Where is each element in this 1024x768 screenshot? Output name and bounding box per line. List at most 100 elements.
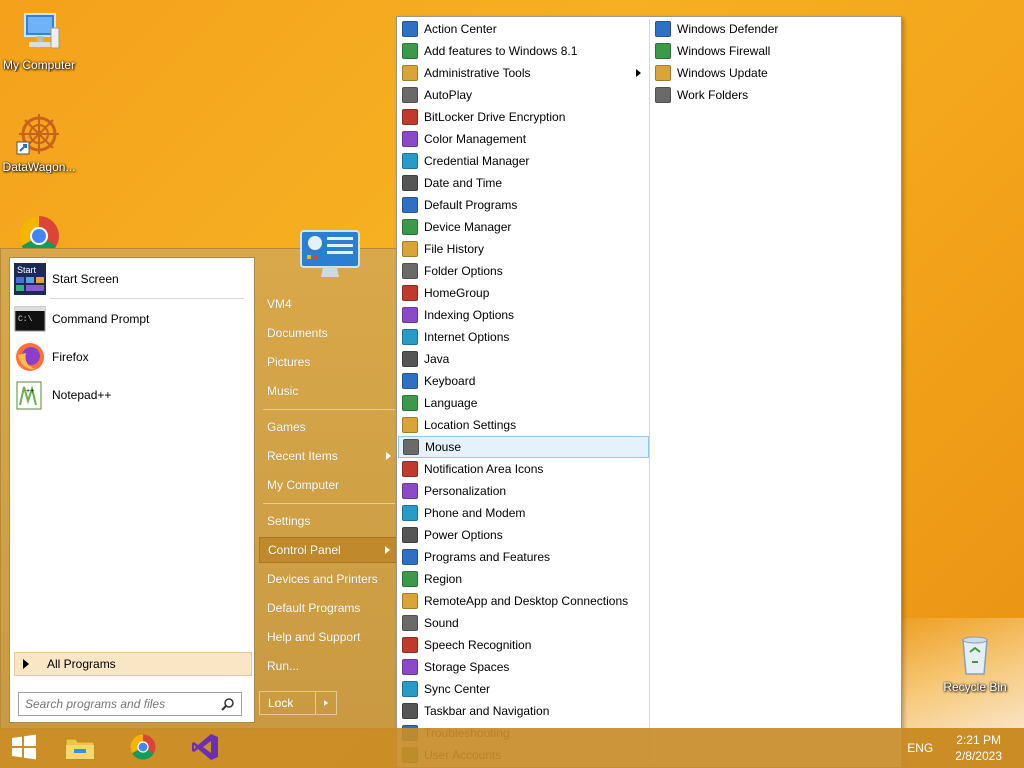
cp-item-speech-recognition[interactable]: Speech Recognition bbox=[398, 634, 649, 656]
cp-item-location-settings[interactable]: Location Settings bbox=[398, 414, 649, 436]
cp-item-label: Region bbox=[424, 572, 463, 586]
cp-item-label: Credential Manager bbox=[424, 154, 530, 168]
desktop-icon-my-computer[interactable]: My Computer bbox=[0, 8, 78, 72]
cp-item-mouse[interactable]: Mouse bbox=[398, 436, 649, 458]
cp-item-windows-firewall[interactable]: Windows Firewall bbox=[651, 40, 901, 62]
storage-spaces-icon bbox=[402, 659, 418, 675]
start-item-control-panel[interactable]: Control Panel bbox=[259, 537, 397, 563]
taskbar-visual-studio[interactable] bbox=[183, 730, 227, 766]
control-panel-column-2: Windows Defender Windows Firewall Windows … bbox=[651, 18, 901, 106]
desktop-icon-label: Recycle Bin bbox=[943, 680, 1007, 694]
search-input[interactable] bbox=[25, 697, 205, 711]
cp-item-indexing-options[interactable]: Indexing Options bbox=[398, 304, 649, 326]
cp-item-folder-options[interactable]: Folder Options bbox=[398, 260, 649, 282]
cp-item-default-programs[interactable]: Default Programs bbox=[398, 194, 649, 216]
start-item-music[interactable]: Music bbox=[259, 378, 397, 404]
cp-item-add-features-to-windows-8-1[interactable]: Add features to Windows 8.1 bbox=[398, 40, 649, 62]
cp-item-keyboard[interactable]: Keyboard bbox=[398, 370, 649, 392]
cp-item-label: Power Options bbox=[424, 528, 503, 542]
cp-item-label: Storage Spaces bbox=[424, 660, 510, 674]
start-item-help-and-support[interactable]: Help and Support bbox=[259, 624, 397, 650]
start-item-pictures[interactable]: Pictures bbox=[259, 349, 397, 375]
cp-item-storage-spaces[interactable]: Storage Spaces bbox=[398, 656, 649, 678]
pinned-firefox[interactable]: Firefox bbox=[14, 340, 250, 374]
cp-item-taskbar-and-navigation[interactable]: Taskbar and Navigation bbox=[398, 700, 649, 722]
start-search-box[interactable] bbox=[18, 692, 242, 716]
cp-item-java[interactable]: Java bbox=[398, 348, 649, 370]
cp-item-action-center[interactable]: Action Center bbox=[398, 18, 649, 40]
cp-item-internet-options[interactable]: Internet Options bbox=[398, 326, 649, 348]
cp-item-label: BitLocker Drive Encryption bbox=[424, 110, 566, 124]
pinned-notepadpp[interactable]: ++ Notepad++ bbox=[14, 378, 250, 412]
cp-item-notification-area-icons[interactable]: Notification Area Icons bbox=[398, 458, 649, 480]
language-icon bbox=[402, 395, 418, 411]
cp-item-credential-manager[interactable]: Credential Manager bbox=[398, 150, 649, 172]
mouse-icon bbox=[403, 439, 419, 455]
start-right-separator bbox=[263, 409, 395, 410]
windows-start-button[interactable] bbox=[2, 730, 46, 766]
svg-text:Start: Start bbox=[17, 265, 37, 275]
taskbar-file-explorer[interactable] bbox=[58, 730, 102, 766]
add-features-to-windows-8-1-icon bbox=[402, 43, 418, 59]
cp-item-bitlocker-drive-encryption[interactable]: BitLocker Drive Encryption bbox=[398, 106, 649, 128]
start-item-default-programs[interactable]: Default Programs bbox=[259, 595, 397, 621]
cp-item-label: Work Folders bbox=[677, 88, 749, 102]
cp-item-programs-and-features[interactable]: Programs and Features bbox=[398, 546, 649, 568]
cp-item-color-management[interactable]: Color Management bbox=[398, 128, 649, 150]
language-indicator[interactable]: ENG bbox=[907, 741, 933, 755]
cp-item-power-options[interactable]: Power Options bbox=[398, 524, 649, 546]
cp-item-date-and-time[interactable]: Date and Time bbox=[398, 172, 649, 194]
cp-item-file-history[interactable]: File History bbox=[398, 238, 649, 260]
system-tray: ENG 2:21 PM 2/8/2023 bbox=[907, 728, 1024, 768]
desktop-icon-label: DataWagon... bbox=[2, 160, 76, 174]
cp-item-label: Default Programs bbox=[424, 198, 518, 212]
clock[interactable]: 2:21 PM 2/8/2023 bbox=[955, 732, 1002, 764]
clock-time: 2:21 PM bbox=[956, 733, 1001, 747]
start-item-documents[interactable]: Documents bbox=[259, 320, 397, 346]
start-item-settings[interactable]: Settings bbox=[259, 508, 397, 534]
taskbar-chrome[interactable] bbox=[121, 730, 165, 766]
start-item-vm4[interactable]: VM4 bbox=[259, 291, 397, 317]
cp-item-work-folders[interactable]: Work Folders bbox=[651, 84, 901, 106]
cp-item-phone-and-modem[interactable]: Phone and Modem bbox=[398, 502, 649, 524]
desktop-icon-recycle-bin[interactable]: Recycle Bin bbox=[936, 630, 1014, 694]
start-item-games[interactable]: Games bbox=[259, 414, 397, 440]
cp-item-label: Programs and Features bbox=[424, 550, 551, 564]
cp-item-windows-defender[interactable]: Windows Defender bbox=[651, 18, 901, 40]
cp-item-sound[interactable]: Sound bbox=[398, 612, 649, 634]
cp-item-remoteapp-and-desktop-connections[interactable]: RemoteApp and Desktop Connections bbox=[398, 590, 649, 612]
start-item-run[interactable]: Run... bbox=[259, 653, 397, 679]
start-item-recent-items[interactable]: Recent Items bbox=[259, 443, 397, 469]
cp-item-label: HomeGroup bbox=[424, 286, 490, 300]
taskbar: ENG 2:21 PM 2/8/2023 bbox=[0, 728, 1024, 768]
date-and-time-icon bbox=[402, 175, 418, 191]
visual-studio-icon bbox=[190, 732, 220, 765]
desktop-icon-datawagon[interactable]: DataWagon... bbox=[0, 110, 78, 174]
cp-item-administrative-tools[interactable]: Administrative Tools bbox=[398, 62, 649, 84]
cp-item-device-manager[interactable]: Device Manager bbox=[398, 216, 649, 238]
arrow-right-icon bbox=[23, 659, 29, 669]
all-programs-button[interactable]: All Programs bbox=[14, 652, 252, 676]
programs-and-features-icon bbox=[402, 549, 418, 565]
cp-item-region[interactable]: Region bbox=[398, 568, 649, 590]
start-item-label: Settings bbox=[267, 514, 311, 528]
pinned-start-screen[interactable]: Start Start Screen bbox=[14, 262, 250, 296]
submenu-arrow-icon bbox=[636, 69, 641, 77]
cp-item-label: Speech Recognition bbox=[424, 638, 532, 652]
all-programs-label: All Programs bbox=[47, 657, 116, 671]
start-item-my-computer[interactable]: My Computer bbox=[259, 472, 397, 498]
notification-area-icons-icon bbox=[402, 461, 418, 477]
cp-item-language[interactable]: Language bbox=[398, 392, 649, 414]
cp-item-windows-update[interactable]: Windows Update bbox=[651, 62, 901, 84]
lock-options-arrow-icon[interactable] bbox=[316, 700, 336, 706]
search-icon[interactable] bbox=[221, 697, 235, 711]
folder-options-icon bbox=[402, 263, 418, 279]
cp-item-personalization[interactable]: Personalization bbox=[398, 480, 649, 502]
cp-item-homegroup[interactable]: HomeGroup bbox=[398, 282, 649, 304]
svg-text:C:\: C:\ bbox=[18, 315, 33, 324]
cp-item-autoplay[interactable]: AutoPlay bbox=[398, 84, 649, 106]
cp-item-sync-center[interactable]: Sync Center bbox=[398, 678, 649, 700]
start-item-devices-and-printers[interactable]: Devices and Printers bbox=[259, 566, 397, 592]
lock-button[interactable]: Lock bbox=[259, 691, 337, 715]
pinned-command-prompt[interactable]: C:\ Command Prompt bbox=[14, 302, 250, 336]
